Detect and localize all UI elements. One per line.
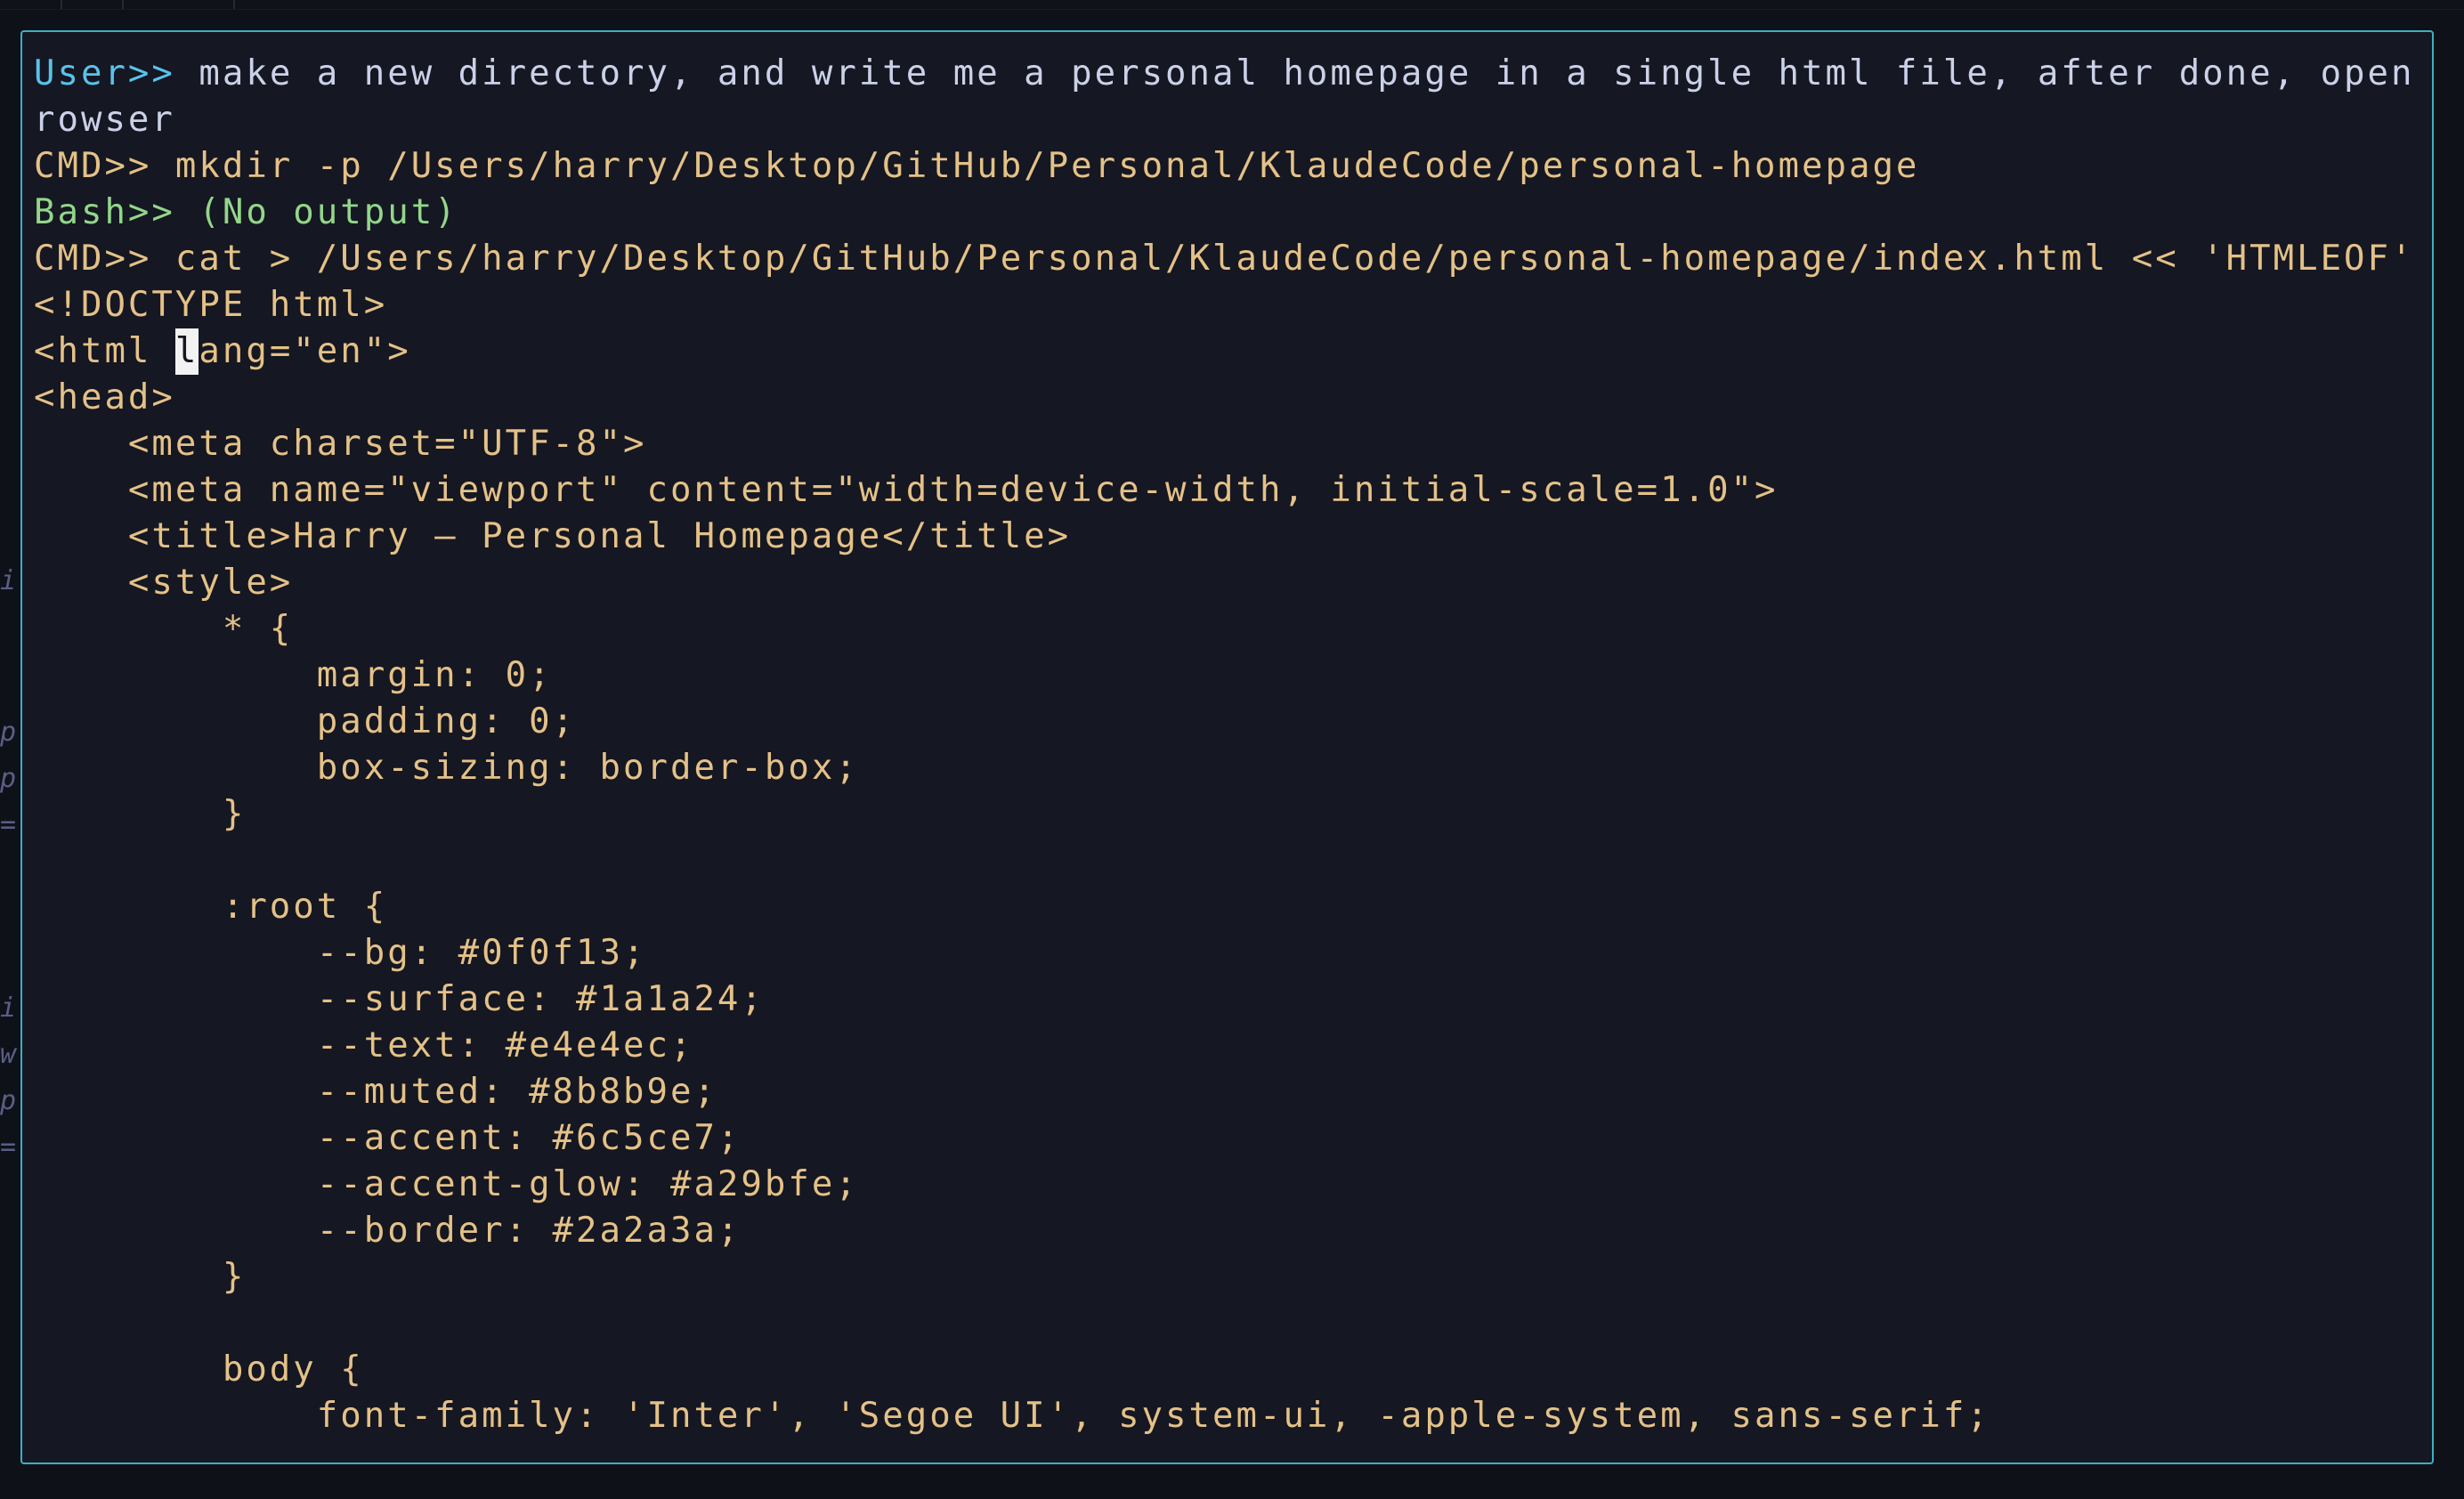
line-text: <head> — [34, 377, 175, 417]
terminal-line: :root { — [34, 884, 2428, 930]
terminal-line: CMD>> cat > /Users/harry/Desktop/GitHub/… — [34, 236, 2428, 282]
gutter-glyph: = — [0, 809, 17, 840]
line-text: --border: #2a2a3a; — [34, 1211, 742, 1251]
user-prompt: User>> — [34, 53, 199, 93]
line-text: } — [34, 794, 247, 834]
line-text: --accent: #6c5ce7; — [34, 1118, 742, 1158]
line-text: <meta name="viewport" content="width=dev… — [34, 470, 1779, 510]
line-text: mkdir -p /Users/harry/Desktop/GitHub/Per… — [174, 146, 1920, 186]
terminal-line: --accent: #6c5ce7; — [34, 1115, 2428, 1162]
line-text: font-family: 'Inter', 'Segoe UI', system… — [34, 1396, 1990, 1436]
tab-divider — [233, 0, 235, 9]
terminal-line: CMD>> mkdir -p /Users/harry/Desktop/GitH… — [34, 143, 2428, 190]
terminal-line: --surface: #1a1a24; — [34, 976, 2428, 1023]
line-text: --surface: #1a1a24; — [34, 979, 765, 1019]
line-text: make a new directory, and write me a per… — [199, 53, 2428, 93]
left-gutter: i p p = i w p = — [0, 9, 20, 1499]
line-text: * { — [34, 609, 294, 649]
line-text: --accent-glow: #a29bfe; — [34, 1164, 859, 1204]
terminal-line: <style> — [34, 560, 2428, 606]
gutter-glyph: p — [0, 717, 17, 748]
gutter-glyph: p — [0, 763, 17, 794]
terminal-pane[interactable]: User>> make a new directory, and write m… — [20, 30, 2434, 1464]
terminal-line: padding: 0; — [34, 699, 2428, 745]
line-text: rowser — [34, 100, 175, 140]
terminal-line: <title>Harry — Personal Homepage</title> — [34, 514, 2428, 560]
terminal-line: --text: #e4e4ec; — [34, 1023, 2428, 1069]
cmd-prompt: CMD>> — [34, 146, 175, 186]
terminal-line: <meta name="viewport" content="width=dev… — [34, 467, 2428, 514]
line-text: <!DOCTYPE html> — [34, 285, 388, 325]
terminal-line: <html lang="en"> — [34, 328, 2428, 375]
line-text: :root { — [34, 887, 388, 927]
line-text: <style> — [34, 563, 294, 603]
terminal-line: margin: 0; — [34, 652, 2428, 699]
terminal-line: * { — [34, 606, 2428, 652]
terminal-line: rowser — [34, 97, 2428, 143]
terminal-line: body { — [34, 1347, 2428, 1393]
terminal-line: Bash>> (No output) — [34, 190, 2428, 236]
gutter-glyph: i — [0, 993, 17, 1024]
bash-prompt: Bash>> — [34, 192, 199, 232]
terminal-line: User>> make a new directory, and write m… — [34, 51, 2428, 97]
cmd-prompt: CMD>> — [34, 239, 175, 279]
terminal-line: } — [34, 791, 2428, 838]
line-text: (No output) — [199, 192, 458, 232]
text-cursor: l — [174, 328, 199, 375]
line-text: <html — [34, 331, 175, 371]
terminal-line: --accent-glow: #a29bfe; — [34, 1162, 2428, 1208]
tab-divider — [61, 0, 62, 9]
line-text: --muted: #8b8b9e; — [34, 1072, 717, 1112]
line-text: --text: #e4e4ec; — [34, 1025, 694, 1066]
terminal-line: <!DOCTYPE html> — [34, 282, 2428, 328]
tab-divider — [122, 0, 124, 9]
line-text: } — [34, 1257, 247, 1297]
line-text: --bg: #0f0f13; — [34, 933, 647, 973]
terminal-line: --border: #2a2a3a; — [34, 1208, 2428, 1254]
gutter-glyph: w — [0, 1039, 17, 1070]
gutter-glyph: i — [0, 565, 17, 596]
line-text: margin: 0; — [34, 655, 553, 695]
line-text-after-cursor: ang="en"> — [199, 331, 411, 371]
top-tab-strip — [0, 0, 2464, 10]
line-text: padding: 0; — [34, 701, 577, 741]
gutter-glyph: = — [0, 1131, 17, 1163]
terminal-line: box-sizing: border-box; — [34, 745, 2428, 791]
terminal-output: User>> make a new directory, and write m… — [34, 51, 2428, 1439]
line-text: cat > /Users/harry/Desktop/GitHub/Person… — [174, 239, 2415, 279]
line-text: box-sizing: border-box; — [34, 748, 859, 788]
terminal-line: } — [34, 1254, 2428, 1300]
line-text: body { — [34, 1349, 364, 1390]
terminal-line: --muted: #8b8b9e; — [34, 1069, 2428, 1115]
line-text: <title>Harry — Personal Homepage</title> — [34, 516, 1072, 556]
terminal-line: <head> — [34, 375, 2428, 421]
line-text: <meta charset="UTF-8"> — [34, 424, 647, 464]
gutter-glyph: p — [0, 1085, 17, 1116]
terminal-line: font-family: 'Inter', 'Segoe UI', system… — [34, 1393, 2428, 1439]
terminal-line: <meta charset="UTF-8"> — [34, 421, 2428, 467]
terminal-line: --bg: #0f0f13; — [34, 930, 2428, 976]
